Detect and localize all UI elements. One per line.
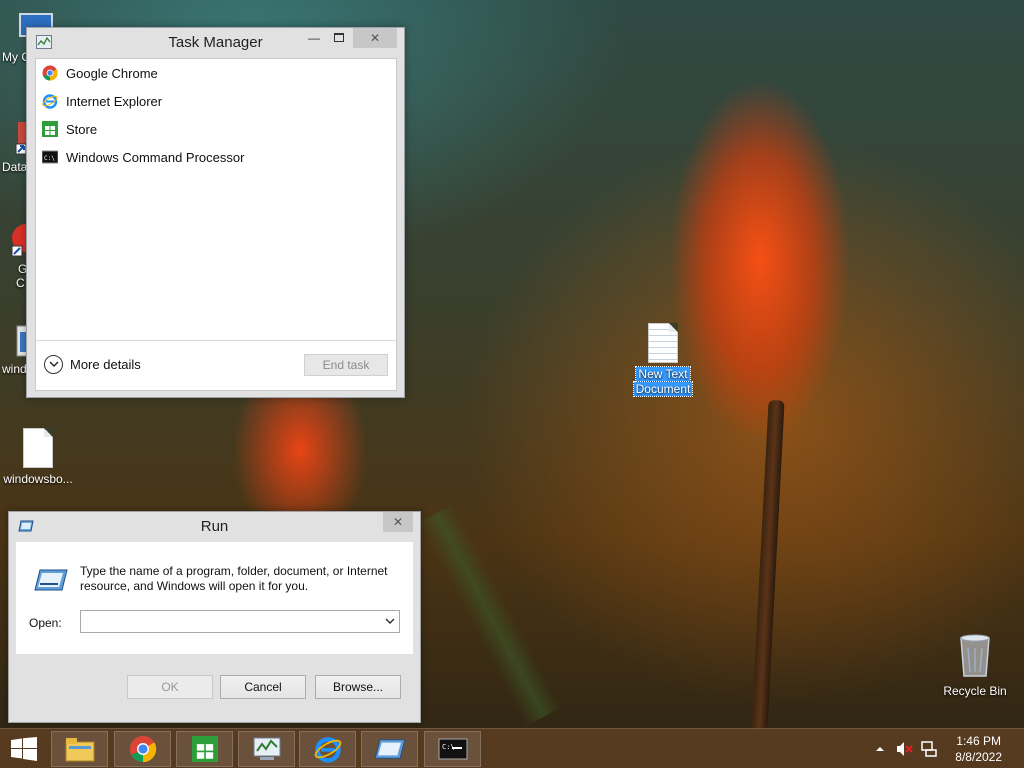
- run-title: Run: [200, 518, 229, 535]
- text-file-icon: [23, 428, 53, 468]
- taskbar-run[interactable]: [361, 731, 418, 767]
- task-manager-window[interactable]: Task Manager — ✕ Google Chrome Internet …: [26, 27, 405, 398]
- desktop-icon-label: windowsbo...: [3, 472, 73, 486]
- store-icon: [191, 736, 218, 762]
- maximize-button[interactable]: [331, 28, 347, 48]
- ok-button[interactable]: OK: [127, 675, 213, 699]
- recycle-bin-icon: [960, 634, 990, 677]
- open-input[interactable]: [81, 611, 377, 632]
- chrome-icon: [42, 65, 58, 81]
- desktop-icon-label: Recycle Bin: [943, 684, 1007, 698]
- app-list-item[interactable]: Internet Explorer: [36, 87, 396, 115]
- chevron-down-icon[interactable]: [384, 615, 396, 627]
- file-explorer-icon: [65, 738, 94, 762]
- ie-icon: [42, 94, 58, 109]
- task-manager-icon: [253, 737, 280, 760]
- open-combobox[interactable]: [80, 610, 400, 633]
- cancel-button[interactable]: Cancel: [220, 675, 306, 699]
- taskbar-file-explorer[interactable]: [51, 731, 108, 767]
- task-manager-title: Task Manager: [168, 34, 263, 51]
- desktop-icon-label: Data: [2, 160, 28, 174]
- wallpaper-leaf: [418, 504, 562, 726]
- taskbar-task-manager[interactable]: [238, 731, 295, 767]
- desktop-icon-windowsbo[interactable]: windowsbo...: [0, 428, 76, 487]
- task-manager-footer: More details End task: [36, 340, 396, 390]
- ie-icon: [314, 737, 341, 763]
- app-name: Google Chrome: [66, 65, 158, 81]
- taskbar-chrome[interactable]: [114, 731, 171, 767]
- label-line-2: Document: [632, 381, 694, 397]
- end-task-button[interactable]: End task: [304, 354, 388, 376]
- app-list-item[interactable]: C:\ Windows Command Processor: [36, 143, 396, 171]
- taskbar-ie[interactable]: [299, 731, 356, 767]
- cmd-icon: C:\: [438, 738, 467, 760]
- run-dialog[interactable]: Run ✕ Type the name of a program, folder…: [8, 511, 421, 723]
- app-list-item[interactable]: Store: [36, 115, 396, 143]
- more-details-label: More details: [70, 357, 141, 372]
- app-name: Internet Explorer: [66, 93, 163, 109]
- chrome-icon: [129, 735, 156, 763]
- minimize-button[interactable]: —: [307, 28, 321, 48]
- run-description: Type the name of a program, folder, docu…: [80, 564, 388, 593]
- start-button[interactable]: [6, 733, 42, 765]
- more-details-button[interactable]: More details: [44, 355, 141, 374]
- browse-button[interactable]: Browse...: [315, 675, 401, 699]
- desktop-icon-label-selected: New Text Document: [625, 366, 701, 397]
- svg-text:C:\: C:\: [44, 155, 55, 162]
- clock-time: 1:46 PM: [956, 734, 1001, 748]
- show-hidden-icons-icon[interactable]: [874, 744, 886, 754]
- wallpaper-stem: [751, 399, 785, 731]
- open-label: Open:: [29, 616, 62, 630]
- app-list: Google Chrome Internet Explorer Store C:…: [36, 59, 396, 171]
- desktop-icon-recycle-bin[interactable]: Recycle Bin: [937, 632, 1013, 699]
- network-icon[interactable]: [920, 741, 938, 757]
- text-file-icon: [648, 323, 678, 363]
- run-icon: [374, 739, 405, 759]
- system-tray: [874, 729, 938, 768]
- clock-date: 8/8/2022: [955, 750, 1002, 764]
- app-list-item[interactable]: Google Chrome: [36, 59, 396, 87]
- chevron-down-icon: [44, 355, 63, 374]
- task-manager-titlebar[interactable]: Task Manager — ✕: [27, 28, 404, 56]
- label-line-1: New Text: [635, 366, 691, 382]
- close-button[interactable]: ✕: [353, 28, 397, 48]
- run-titlebar[interactable]: Run ✕: [9, 512, 420, 540]
- taskbar-store[interactable]: [176, 731, 233, 767]
- app-name: Windows Command Processor: [66, 149, 245, 165]
- desktop-icon-new-text-document[interactable]: New Text Document: [625, 323, 701, 397]
- windows-logo-icon: [11, 737, 37, 761]
- taskbar: C:\ 1:46 PM 8/8/2022: [0, 728, 1024, 768]
- run-program-icon: [34, 569, 68, 591]
- speaker-muted-icon[interactable]: [896, 741, 914, 757]
- clock[interactable]: 1:46 PM 8/8/2022: [955, 733, 1002, 765]
- cmd-icon: C:\: [42, 150, 58, 164]
- taskbar-cmd[interactable]: C:\: [424, 731, 481, 767]
- app-name: Store: [66, 121, 98, 137]
- store-icon: [42, 121, 58, 137]
- close-button[interactable]: ✕: [383, 512, 413, 532]
- run-content: Type the name of a program, folder, docu…: [16, 542, 413, 654]
- task-manager-panel: Google Chrome Internet Explorer Store C:…: [35, 58, 397, 391]
